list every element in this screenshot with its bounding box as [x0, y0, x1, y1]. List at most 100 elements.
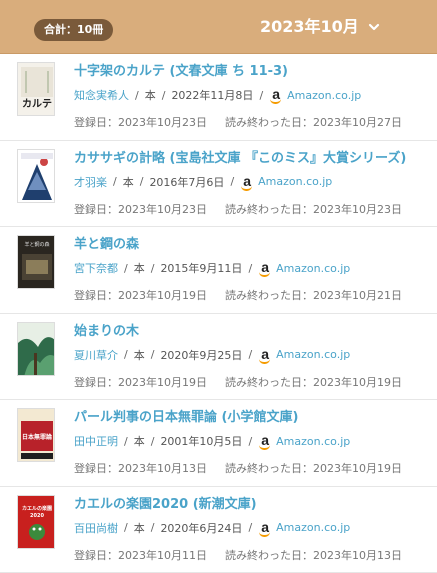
book-title[interactable]: カエルの楽園2020 (新潮文庫) [74, 493, 257, 512]
book-item: カルテ 十字架のカルテ (文春文庫 ち 11-3) 知念実希人 / 本 / 20… [0, 54, 437, 141]
amazon-icon: a [258, 261, 272, 275]
month-header: 合計：10冊 2023年10月 [0, 0, 437, 54]
registered-date: 登録日：2023年10月13日 [74, 460, 207, 476]
book-meta: 夏川草介 / 本 / 2020年9月25日 / a Amazon.co.jp [74, 347, 350, 363]
book-meta: 百田尚樹 / 本 / 2020年6月24日 / a Amazon.co.jp [74, 520, 350, 536]
separator: / [151, 521, 155, 534]
book-item: 始まりの木 夏川草介 / 本 / 2020年9月25日 / a Amazon.c… [0, 314, 437, 401]
book-cover[interactable]: 羊と鋼の森 [17, 235, 55, 289]
separator: / [151, 435, 155, 448]
amazon-link[interactable]: a Amazon.co.jp [240, 175, 332, 189]
book-title[interactable]: 羊と鋼の森 [74, 233, 139, 252]
book-type: 本 [134, 433, 145, 449]
svg-text:羊と鋼の森: 羊と鋼の森 [24, 241, 49, 248]
chevron-down-icon [367, 20, 381, 34]
publish-date: 2020年6月24日 [160, 520, 242, 536]
registered-date: 登録日：2023年10月11日 [74, 547, 207, 563]
svg-text:2020: 2020 [30, 513, 44, 519]
svg-text:日本無罪論: 日本無罪論 [22, 433, 53, 441]
amazon-link[interactable]: a Amazon.co.jp [269, 88, 361, 102]
amazon-icon: a [269, 88, 283, 102]
book-title[interactable]: 十字架のカルテ (文春文庫 ち 11-3) [74, 60, 288, 79]
book-cover[interactable]: 日本無罪論 [17, 408, 55, 462]
finished-date: 読み終わった日：2023年10月13日 [225, 547, 402, 563]
book-dates: 登録日：2023年10月23日 読み終わった日：2023年10月27日 [74, 114, 402, 130]
registered-date: 登録日：2023年10月19日 [74, 374, 207, 390]
registered-date: 登録日：2023年10月23日 [74, 114, 207, 130]
book-author[interactable]: 宮下奈都 [74, 260, 118, 276]
book-item: カササギの計略 (宝島社文庫 『このミス』大賞シリーズ) 才羽楽 / 本 / 2… [0, 141, 437, 228]
separator: / [124, 262, 128, 275]
book-type: 本 [134, 260, 145, 276]
separator: / [248, 348, 252, 361]
book-dates: 登録日：2023年10月19日 読み終わった日：2023年10月19日 [74, 374, 402, 390]
month-selector[interactable]: 2023年10月 [260, 15, 381, 39]
amazon-label: Amazon.co.jp [276, 262, 350, 275]
separator: / [113, 175, 117, 188]
book-author[interactable]: 夏川草介 [74, 347, 118, 363]
separator: / [124, 348, 128, 361]
amazon-label: Amazon.co.jp [276, 521, 350, 534]
book-author[interactable]: 知念実希人 [74, 87, 129, 103]
book-title[interactable]: カササギの計略 (宝島社文庫 『このミス』大賞シリーズ) [74, 147, 406, 166]
svg-text:カルテ: カルテ [22, 98, 52, 110]
amazon-link[interactable]: a Amazon.co.jp [258, 348, 350, 362]
svg-text:カエルの楽園: カエルの楽園 [22, 505, 52, 512]
registered-date: 登録日：2023年10月19日 [74, 287, 207, 303]
book-dates: 登録日：2023年10月11日 読み終わった日：2023年10月13日 [74, 547, 402, 563]
separator: / [248, 435, 252, 448]
book-type: 本 [145, 87, 156, 103]
separator: / [230, 175, 234, 188]
month-label: 2023年10月 [260, 15, 359, 39]
registered-date: 登録日：2023年10月23日 [74, 201, 207, 217]
finished-date: 読み終わった日：2023年10月21日 [225, 287, 402, 303]
book-author[interactable]: 田中正明 [74, 433, 118, 449]
book-item: 日本無罪論 パール判事の日本無罪論 (小学館文庫) 田中正明 / 本 / 200… [0, 400, 437, 487]
book-cover[interactable] [17, 149, 55, 203]
separator: / [140, 175, 144, 188]
book-type: 本 [123, 174, 134, 190]
book-cover[interactable]: カルテ [17, 62, 55, 116]
separator: / [151, 348, 155, 361]
publish-date: 2016年7月6日 [149, 174, 224, 190]
separator: / [151, 262, 155, 275]
separator: / [124, 521, 128, 534]
book-author[interactable]: 才羽楽 [74, 174, 107, 190]
book-meta: 宮下奈都 / 本 / 2015年9月11日 / a Amazon.co.jp [74, 260, 350, 276]
publish-date: 2001年10月5日 [160, 433, 242, 449]
book-title[interactable]: 始まりの木 [74, 320, 139, 339]
book-dates: 登録日：2023年10月23日 読み終わった日：2023年10月23日 [74, 201, 402, 217]
amazon-icon: a [240, 175, 254, 189]
book-cover[interactable]: カエルの楽園 2020 [17, 495, 55, 549]
publish-date: 2022年11月8日 [171, 87, 253, 103]
book-cover[interactable] [17, 322, 55, 376]
separator: / [259, 89, 263, 102]
finished-date: 読み終わった日：2023年10月27日 [225, 114, 402, 130]
book-title[interactable]: パール判事の日本無罪論 (小学館文庫) [74, 406, 298, 425]
amazon-icon: a [258, 521, 272, 535]
book-item: 羊と鋼の森 羊と鋼の森 宮下奈都 / 本 / 2015年9月11日 / a Am… [0, 227, 437, 314]
book-meta: 知念実希人 / 本 / 2022年11月8日 / a Amazon.co.jp [74, 87, 361, 103]
separator: / [248, 521, 252, 534]
book-type: 本 [134, 347, 145, 363]
amazon-link[interactable]: a Amazon.co.jp [258, 434, 350, 448]
book-author[interactable]: 百田尚樹 [74, 520, 118, 536]
amazon-label: Amazon.co.jp [276, 435, 350, 448]
publish-date: 2015年9月11日 [160, 260, 242, 276]
publish-date: 2020年9月25日 [160, 347, 242, 363]
book-list: カルテ 十字架のカルテ (文春文庫 ち 11-3) 知念実希人 / 本 / 20… [0, 54, 437, 573]
separator: / [135, 89, 139, 102]
book-meta: 田中正明 / 本 / 2001年10月5日 / a Amazon.co.jp [74, 433, 350, 449]
amazon-icon: a [258, 348, 272, 362]
book-item: カエルの楽園 2020 カエルの楽園2020 (新潮文庫) 百田尚樹 / 本 /… [0, 487, 437, 573]
finished-date: 読み終わった日：2023年10月23日 [225, 201, 402, 217]
separator: / [162, 89, 166, 102]
amazon-link[interactable]: a Amazon.co.jp [258, 521, 350, 535]
book-dates: 登録日：2023年10月19日 読み終わった日：2023年10月21日 [74, 287, 402, 303]
amazon-label: Amazon.co.jp [276, 348, 350, 361]
amazon-link[interactable]: a Amazon.co.jp [258, 261, 350, 275]
book-meta: 才羽楽 / 本 / 2016年7月6日 / a Amazon.co.jp [74, 174, 332, 190]
book-type: 本 [134, 520, 145, 536]
amazon-label: Amazon.co.jp [287, 89, 361, 102]
separator: / [248, 262, 252, 275]
